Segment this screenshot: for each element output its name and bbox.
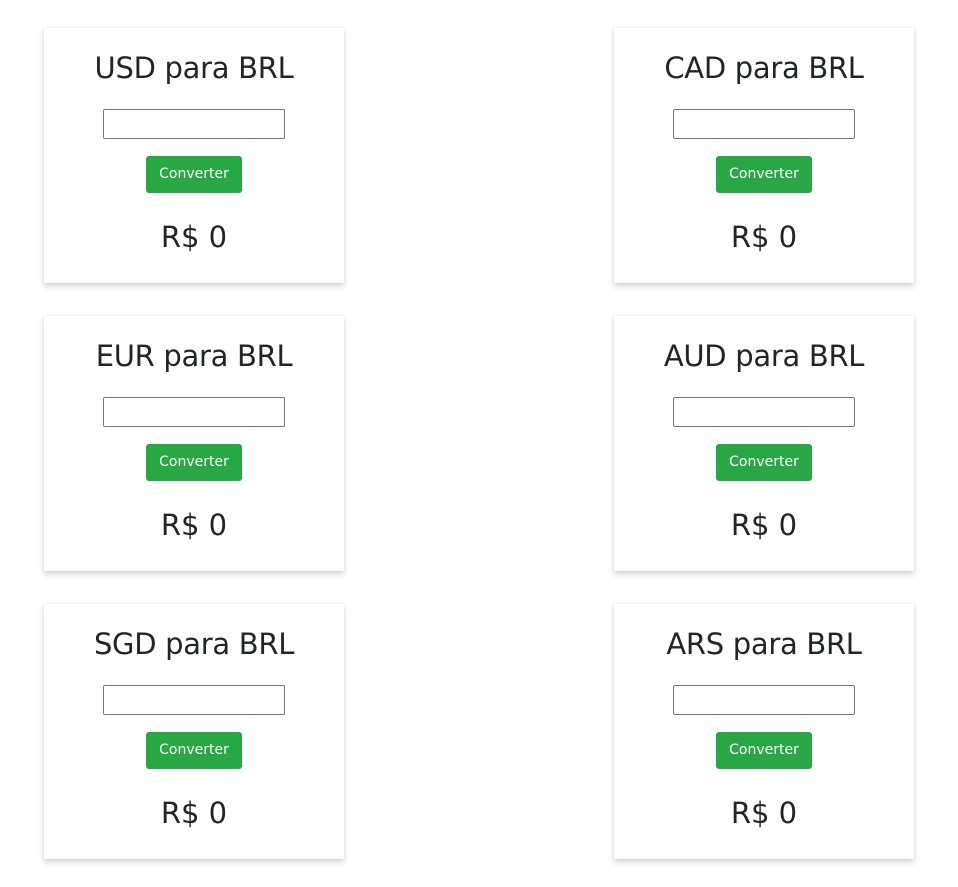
converter-card-cad: CAD para BRL Converter R$ 0	[614, 28, 914, 283]
card-title: AUD para BRL	[663, 339, 865, 373]
convert-button[interactable]: Converter	[716, 444, 812, 481]
convert-button[interactable]: Converter	[146, 444, 242, 481]
convert-button[interactable]: Converter	[146, 156, 242, 193]
convert-button[interactable]: Converter	[146, 732, 242, 769]
amount-input[interactable]	[103, 397, 285, 427]
card-title: EUR para BRL	[95, 339, 293, 373]
card-title: ARS para BRL	[666, 627, 862, 661]
card-title: USD para BRL	[94, 51, 294, 85]
converter-card-aud: AUD para BRL Converter R$ 0	[614, 316, 914, 571]
convert-button[interactable]: Converter	[716, 732, 812, 769]
card-title: CAD para BRL	[664, 51, 864, 85]
convert-button[interactable]: Converter	[716, 156, 812, 193]
amount-input[interactable]	[103, 109, 285, 139]
amount-input[interactable]	[103, 685, 285, 715]
amount-input[interactable]	[673, 397, 855, 427]
amount-input[interactable]	[673, 109, 855, 139]
result-value: R$ 0	[730, 508, 798, 542]
result-value: R$ 0	[160, 508, 228, 542]
converter-card-usd: USD para BRL Converter R$ 0	[44, 28, 344, 283]
result-value: R$ 0	[730, 796, 798, 830]
converter-card-eur: EUR para BRL Converter R$ 0	[44, 316, 344, 571]
card-title: SGD para BRL	[93, 627, 295, 661]
converter-card-sgd: SGD para BRL Converter R$ 0	[44, 604, 344, 859]
amount-input[interactable]	[673, 685, 855, 715]
converter-card-ars: ARS para BRL Converter R$ 0	[614, 604, 914, 859]
result-value: R$ 0	[730, 220, 798, 254]
result-value: R$ 0	[160, 220, 228, 254]
result-value: R$ 0	[160, 796, 228, 830]
